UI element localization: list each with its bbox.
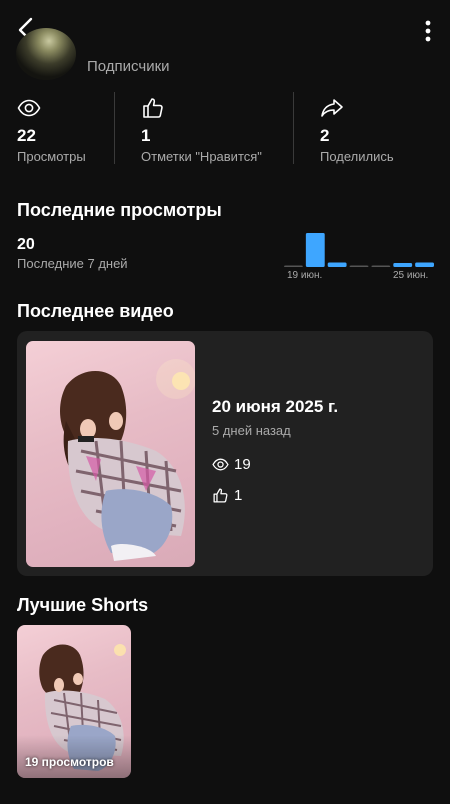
chart-bar (371, 265, 391, 267)
eye-icon (212, 458, 229, 471)
video-date: 20 июня 2025 г. (212, 397, 339, 416)
share-arrow-icon (321, 99, 343, 117)
vertical-dots-icon (425, 20, 431, 42)
channel-avatar[interactable] (16, 28, 76, 80)
stat-views-label: Просмотры (17, 149, 86, 164)
more-options-button[interactable] (424, 20, 432, 42)
best-shorts-title: Лучшие Shorts (17, 595, 149, 615)
recent-views-title: Последние просмотры (17, 200, 222, 220)
chart-bar (349, 265, 369, 267)
short-card[interactable]: 19 просмотров (17, 625, 131, 778)
chart-tick-label: 19 июн. (287, 270, 323, 281)
stat-views-value: 22 (17, 126, 36, 145)
video-views-count: 19 (234, 456, 251, 473)
recent-views-value: 20 (17, 236, 35, 253)
stat-likes-label: Отметки "Нравится" (141, 149, 262, 164)
chart-bar (284, 265, 303, 267)
stat-shares-label: Поделились (320, 149, 394, 164)
subscribers-label: Подписчики (87, 58, 170, 75)
eye-icon (17, 99, 41, 117)
stat-shares-value: 2 (320, 126, 330, 145)
stat-divider (293, 92, 294, 164)
chart-bar (327, 262, 347, 267)
thumbs-up-icon (143, 98, 163, 118)
latest-video-card[interactable]: 20 июня 2025 г. 5 дней назад 19 1 (17, 331, 433, 576)
stats-row: 22 Просмотры 1 Отметки "Нравится" 2 Поде… (0, 92, 450, 166)
chart-bar (305, 233, 325, 267)
recent-views-period: Последние 7 дней (17, 256, 128, 271)
latest-video-title: Последнее видео (17, 301, 174, 321)
chart-bar (393, 263, 413, 267)
stat-likes-value: 1 (141, 126, 151, 145)
video-age: 5 дней назад (212, 423, 291, 438)
video-likes-count: 1 (234, 487, 243, 504)
chart-bar (415, 262, 434, 267)
chart-tick-label: 25 июн. (393, 270, 429, 281)
video-thumbnail[interactable] (26, 341, 195, 567)
short-views-label: 19 просмотров (25, 755, 114, 769)
thumbs-up-icon (213, 488, 228, 503)
stat-divider (114, 92, 115, 164)
